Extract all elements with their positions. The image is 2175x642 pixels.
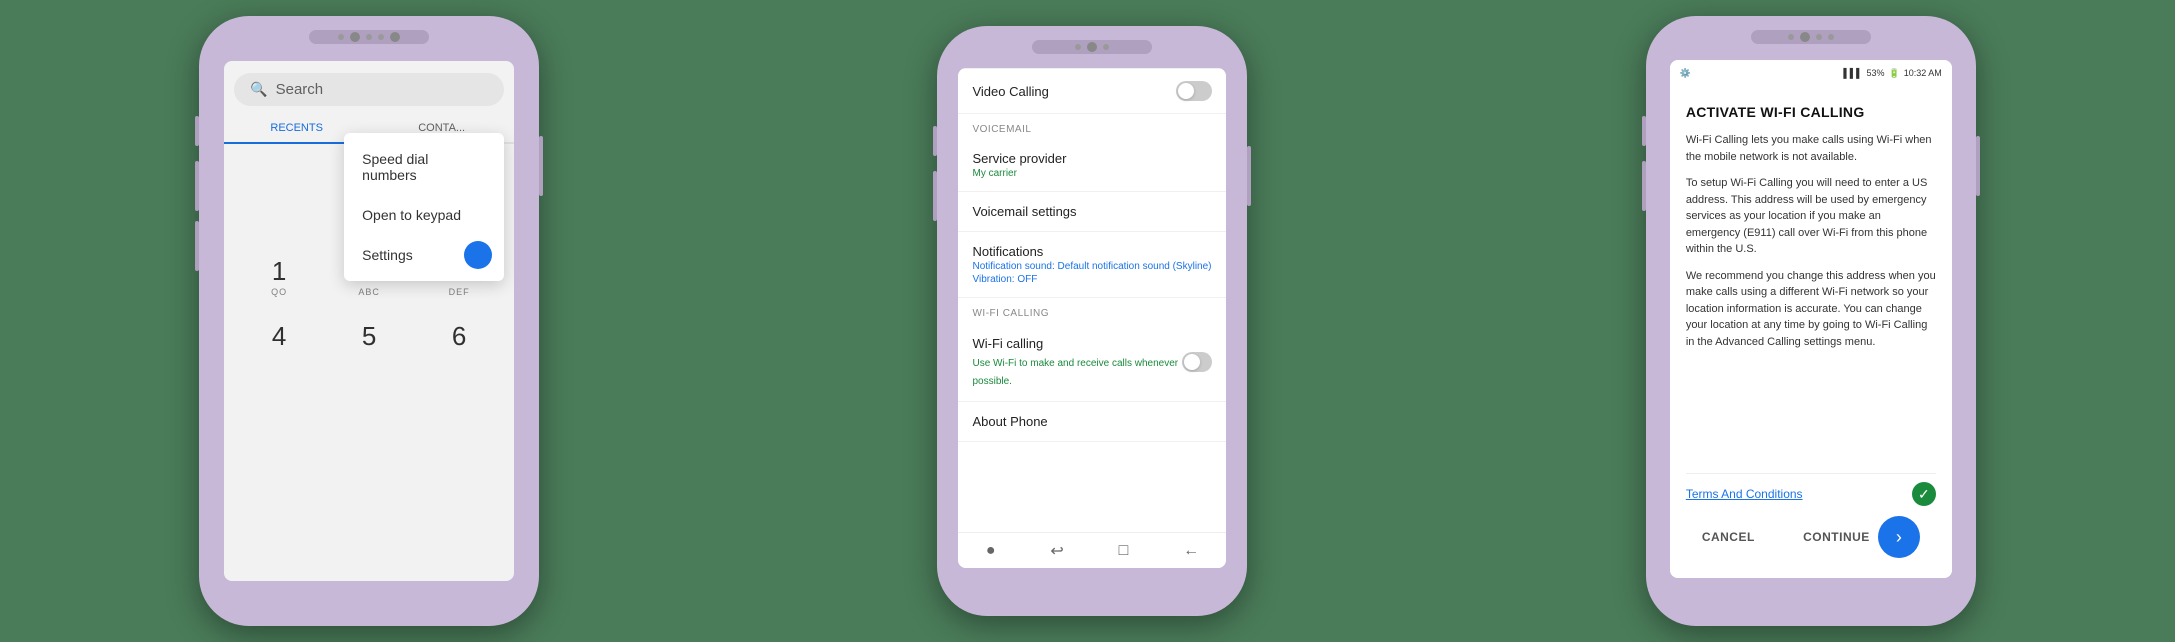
nav-menu-icon[interactable]: □ [1119,542,1129,560]
modal-title: ACTIVATE WI-FI CALLING [1686,104,1936,120]
notifications-item[interactable]: Notifications Notification sound: Defaul… [958,232,1226,298]
nav-back-icon[interactable]: ← [1183,542,1199,560]
phone1-top-bar [309,30,429,44]
modal-paragraph-2: To setup Wi-Fi Calling you will need to … [1686,175,1936,258]
dropdown-item-open-keypad[interactable]: Open to keypad [344,195,504,235]
sensor3 [378,34,384,40]
sensor2 [366,34,372,40]
toggle-thumb2 [1184,354,1200,370]
video-calling-item[interactable]: Video Calling [958,68,1226,114]
voicemail-section-header: VOICEMAIL [958,114,1226,139]
service-provider-value: My carrier [972,168,1212,179]
phone-1: 🔍 Search RECENTS CONTA... Speed dial num… [199,16,539,626]
sensor3 [1828,34,1834,40]
bixby-button [195,221,199,271]
toggle-thumb [1178,83,1194,99]
battery-label: 53% [1867,68,1885,78]
phone2-screen: Video Calling VOICEMAIL Service provider… [958,68,1226,568]
settings-active-indicator [464,241,492,269]
phone3-top-bar [1751,30,1871,44]
camera2 [390,32,400,42]
signal-icon: ▌▌▌ [1843,68,1862,78]
network-icon: ⚙️ [1680,68,1691,79]
volume-up-button [195,116,199,146]
accept-check-icon[interactable]: ✓ [1912,482,1936,506]
volume-down-button [1642,161,1646,211]
phone-3: ⚙️ ▌▌▌ 53% 🔋 10:32 AM ACTIVATE WI-FI CAL… [1646,16,1976,626]
voicemail-settings-item[interactable]: Voicemail settings [958,192,1226,232]
phone1-screen: 🔍 Search RECENTS CONTA... Speed dial num… [224,61,514,581]
about-phone-item[interactable]: About Phone [958,402,1226,442]
dropdown-item-speed-dial[interactable]: Speed dial numbers [344,139,504,195]
phone-2: Video Calling VOICEMAIL Service provider… [937,26,1247,616]
power-button [1976,136,1980,196]
continue-label: CONTINUE [1803,530,1870,544]
volume-up-button [1642,116,1646,146]
phone3-screen: ⚙️ ▌▌▌ 53% 🔋 10:32 AM ACTIVATE WI-FI CAL… [1670,60,1952,578]
status-bar: ⚙️ ▌▌▌ 53% 🔋 10:32 AM [1670,60,1952,86]
wifi-calling-toggle[interactable] [1182,352,1212,372]
continue-circle-button[interactable]: › [1878,516,1920,558]
sensor [1788,34,1794,40]
notifications-label: Notifications [972,244,1212,259]
sensor2 [1103,44,1109,50]
dropdown-item-settings[interactable]: Settings [344,235,504,275]
continue-button-group[interactable]: CONTINUE › [1803,516,1920,558]
modal-body: Wi-Fi Calling lets you make calls using … [1686,132,1936,463]
wifi-calling-subtitle: Use Wi-Fi to make and receive calls when… [972,358,1178,387]
modal-paragraph-3: We recommend you change this address whe… [1686,268,1936,351]
cancel-button[interactable]: CANCEL [1702,530,1755,544]
battery-icon: 🔋 [1889,68,1900,79]
power-button [1247,146,1251,206]
volume-down-button [933,171,937,221]
nav-bar: ● ↩ □ ← [958,532,1226,568]
modal-paragraph-1: Wi-Fi Calling lets you make calls using … [1686,132,1936,165]
nav-recent-icon[interactable]: ↩ [1050,541,1063,561]
wifi-calling-section-header: WI-FI CALLING [958,298,1226,323]
wifi-calling-label: Wi-Fi calling [972,336,1043,351]
volume-up-button [933,126,937,156]
about-phone-label: About Phone [972,414,1212,429]
terms-and-conditions-link[interactable]: Terms And Conditions [1686,487,1803,501]
notifications-vibration: Vibration: OFF [972,274,1212,285]
notifications-subtitle: Notification sound: Default notification… [972,261,1212,272]
voicemail-settings-label: Voicemail settings [972,204,1212,219]
dropdown-menu: Speed dial numbers Open to keypad Settin… [344,133,504,281]
sensor [1075,44,1081,50]
sensor [338,34,344,40]
service-provider-item[interactable]: Service provider My carrier [958,139,1226,192]
camera [350,32,360,42]
action-buttons-row: CANCEL CONTINUE › [1686,506,1936,566]
volume-down-button [195,161,199,211]
wifi-calling-modal: ACTIVATE WI-FI CALLING Wi-Fi Calling let… [1670,86,1952,578]
video-calling-label: Video Calling [972,84,1048,99]
camera [1087,42,1097,52]
modal-footer: Terms And Conditions ✓ [1686,473,1936,506]
video-calling-toggle[interactable] [1176,81,1212,101]
wifi-calling-item[interactable]: Wi-Fi calling Use Wi-Fi to make and rece… [958,323,1226,402]
service-provider-label: Service provider [972,151,1212,166]
phone2-top-bar [1032,40,1152,54]
time-label: 10:32 AM [1904,68,1942,78]
sensor2 [1816,34,1822,40]
power-button [539,136,543,196]
nav-home-icon[interactable]: ● [986,542,996,560]
status-left-icons: ⚙️ [1680,68,1691,79]
status-right-icons: ▌▌▌ 53% 🔋 10:32 AM [1843,68,1941,79]
camera [1800,32,1810,42]
